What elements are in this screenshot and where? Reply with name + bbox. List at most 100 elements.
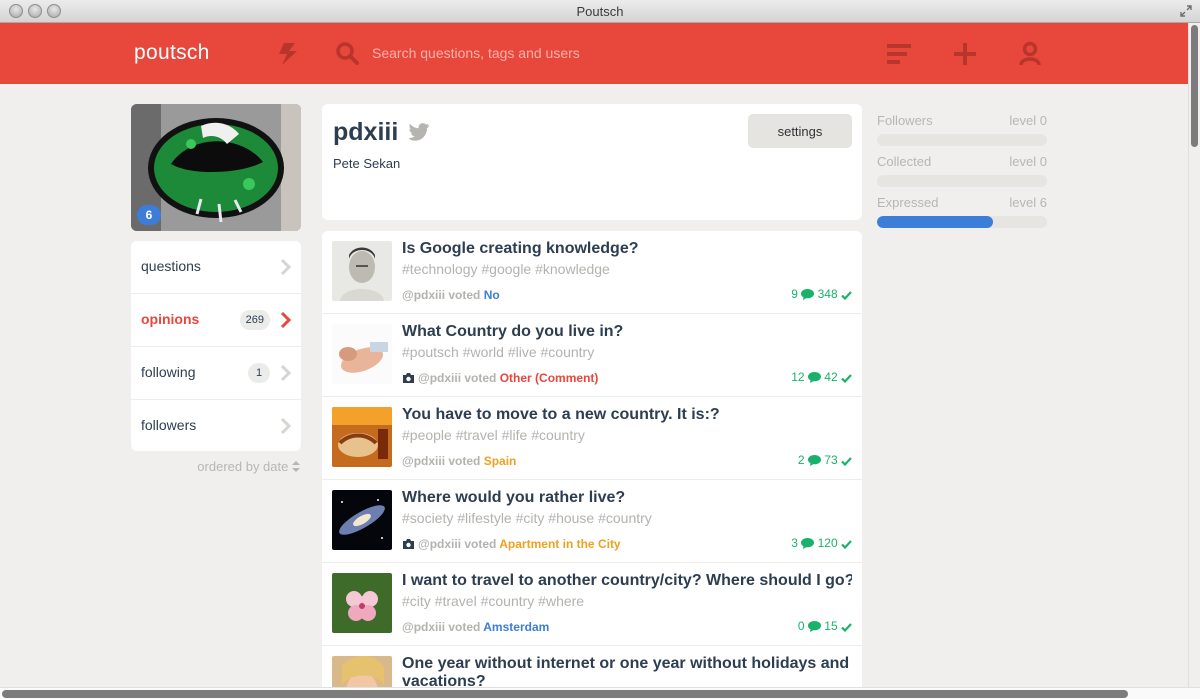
stat-name: Expressed — [877, 195, 939, 210]
stat-progress-fill — [877, 216, 993, 228]
vote-choice: Other (Comment) — [499, 371, 599, 385]
profile-fullname: Pete Sekan — [333, 156, 401, 171]
question-title[interactable]: Where would you rather live? — [402, 489, 852, 507]
chevron-right-icon — [280, 417, 292, 435]
comment-icon — [801, 538, 815, 549]
brand-logo[interactable]: poutsch — [134, 41, 210, 65]
vote-count: 15 — [824, 619, 838, 633]
menu-icon[interactable] — [887, 43, 911, 65]
question-stats: 3 120 — [791, 536, 852, 550]
nav-item-following[interactable]: following 1 — [131, 347, 301, 400]
stat-progress-bar — [877, 175, 1047, 187]
nav-item-label: questions — [141, 258, 201, 274]
sort-order-toggle[interactable]: ordered by date — [150, 459, 300, 474]
twitter-icon[interactable] — [408, 122, 430, 142]
nav-item-opinions[interactable]: opinions 269 — [131, 294, 301, 347]
question-title[interactable]: I want to travel to another country/city… — [402, 572, 852, 590]
vote-user[interactable]: @pdxiii voted — [402, 620, 480, 634]
comment-icon — [807, 621, 821, 632]
question-tags[interactable]: #technology #google #knowledge — [402, 261, 610, 277]
camera-icon — [403, 539, 414, 549]
vote-user[interactable]: @pdxiii voted — [418, 371, 496, 385]
bolt-icon[interactable] — [276, 41, 300, 67]
app-header: poutsch — [0, 23, 1188, 84]
vote-line: @pdxiii voted Apartment in the City — [402, 537, 621, 551]
question-thumbnail — [332, 490, 392, 550]
question-tags[interactable]: #people #travel #life #country — [402, 427, 585, 443]
checkmark-icon — [841, 374, 852, 384]
question-thumbnail — [332, 241, 392, 301]
question-stats: 12 42 — [791, 370, 852, 384]
stat-progress-bar — [877, 216, 1047, 228]
nav-item-label: opinions — [141, 311, 200, 327]
nav-item-count: 1 — [248, 363, 270, 383]
horizontal-scroll-thumb[interactable] — [2, 690, 1128, 698]
question-tags[interactable]: #city #travel #country #where — [402, 593, 584, 609]
plus-icon[interactable] — [953, 42, 977, 66]
checkmark-icon — [841, 623, 852, 633]
vote-choice: No — [483, 288, 500, 302]
vertical-scroll-thumb[interactable] — [1191, 25, 1198, 147]
checkmark-icon — [841, 291, 852, 301]
vote-line: @pdxiii voted No — [402, 288, 500, 302]
search-input[interactable] — [372, 40, 772, 66]
feed-item[interactable]: What Country do you live in? #poutsch #w… — [322, 314, 862, 397]
window-titlebar: Poutsch — [0, 0, 1200, 23]
feed-item[interactable]: Where would you rather live? #society #l… — [322, 480, 862, 563]
question-tags[interactable]: #society #lifestyle #city #house #countr… — [402, 510, 652, 526]
vote-user[interactable]: @pdxiii voted — [418, 537, 496, 551]
comment-icon — [807, 455, 821, 466]
stat-progress-bar — [877, 134, 1047, 146]
question-title[interactable]: What Country do you live in? — [402, 323, 852, 341]
question-title[interactable]: You have to move to a new country. It is… — [402, 406, 852, 424]
stat-name: Collected — [877, 154, 932, 169]
comment-icon — [801, 289, 815, 300]
vote-count: 73 — [824, 453, 838, 467]
vote-choice: Spain — [483, 454, 517, 468]
vertical-scrollbar[interactable] — [1188, 23, 1200, 687]
profile-nav: questions opinions 269 following 1 follo… — [131, 241, 301, 451]
vote-count: 42 — [824, 370, 838, 384]
checkmark-icon — [841, 457, 852, 467]
question-thumbnail — [332, 324, 392, 384]
comment-count: 2 — [797, 453, 805, 467]
vote-user[interactable]: @pdxiii voted — [402, 288, 480, 302]
stat-level: level 0 — [1009, 154, 1047, 169]
nav-item-questions[interactable]: questions — [131, 241, 301, 294]
stat-level: level 6 — [1009, 195, 1047, 210]
feed-item[interactable]: Is Google creating knowledge? #technolog… — [322, 231, 862, 314]
checkmark-icon — [841, 540, 852, 550]
profile-card: pdxiii Pete Sekan settings — [322, 104, 862, 220]
nav-item-label: following — [141, 364, 196, 380]
question-tags[interactable]: #poutsch #world #live #country — [402, 344, 594, 360]
search-icon[interactable] — [335, 41, 359, 65]
vote-count: 120 — [817, 536, 838, 550]
feed-item[interactable]: I want to travel to another country/city… — [322, 563, 862, 646]
chevron-right-icon — [280, 364, 292, 382]
stat-name: Followers — [877, 113, 933, 128]
comment-count: 12 — [791, 370, 805, 384]
fullscreen-icon[interactable] — [1180, 5, 1192, 17]
comment-icon — [807, 372, 821, 383]
question-stats: 9 348 — [791, 287, 852, 301]
window-title: Poutsch — [576, 4, 624, 19]
feed-item[interactable]: You have to move to a new country. It is… — [322, 397, 862, 480]
vote-choice: Amsterdam — [483, 620, 550, 634]
opinions-feed: Is Google creating knowledge? #technolog… — [322, 231, 862, 687]
sort-order-label: ordered by date — [197, 459, 289, 474]
question-title[interactable]: Is Google creating knowledge? — [402, 240, 852, 258]
question-thumbnail — [332, 656, 392, 687]
nav-item-followers[interactable]: followers — [131, 400, 301, 451]
settings-button[interactable]: settings — [748, 114, 852, 148]
vote-line: @pdxiii voted Spain — [402, 454, 516, 468]
user-icon[interactable] — [1018, 41, 1042, 67]
nav-item-count: 269 — [239, 310, 270, 330]
vote-user[interactable]: @pdxiii voted — [402, 454, 480, 468]
feed-item[interactable]: One year without internet or one year wi… — [322, 646, 862, 687]
vote-count: 348 — [817, 287, 838, 301]
camera-icon — [403, 373, 414, 383]
avatar-badge: 6 — [137, 205, 161, 225]
question-stats: 0 15 — [798, 619, 852, 633]
horizontal-scrollbar[interactable] — [0, 687, 1200, 699]
question-title[interactable]: One year without internet or one year wi… — [402, 655, 852, 687]
